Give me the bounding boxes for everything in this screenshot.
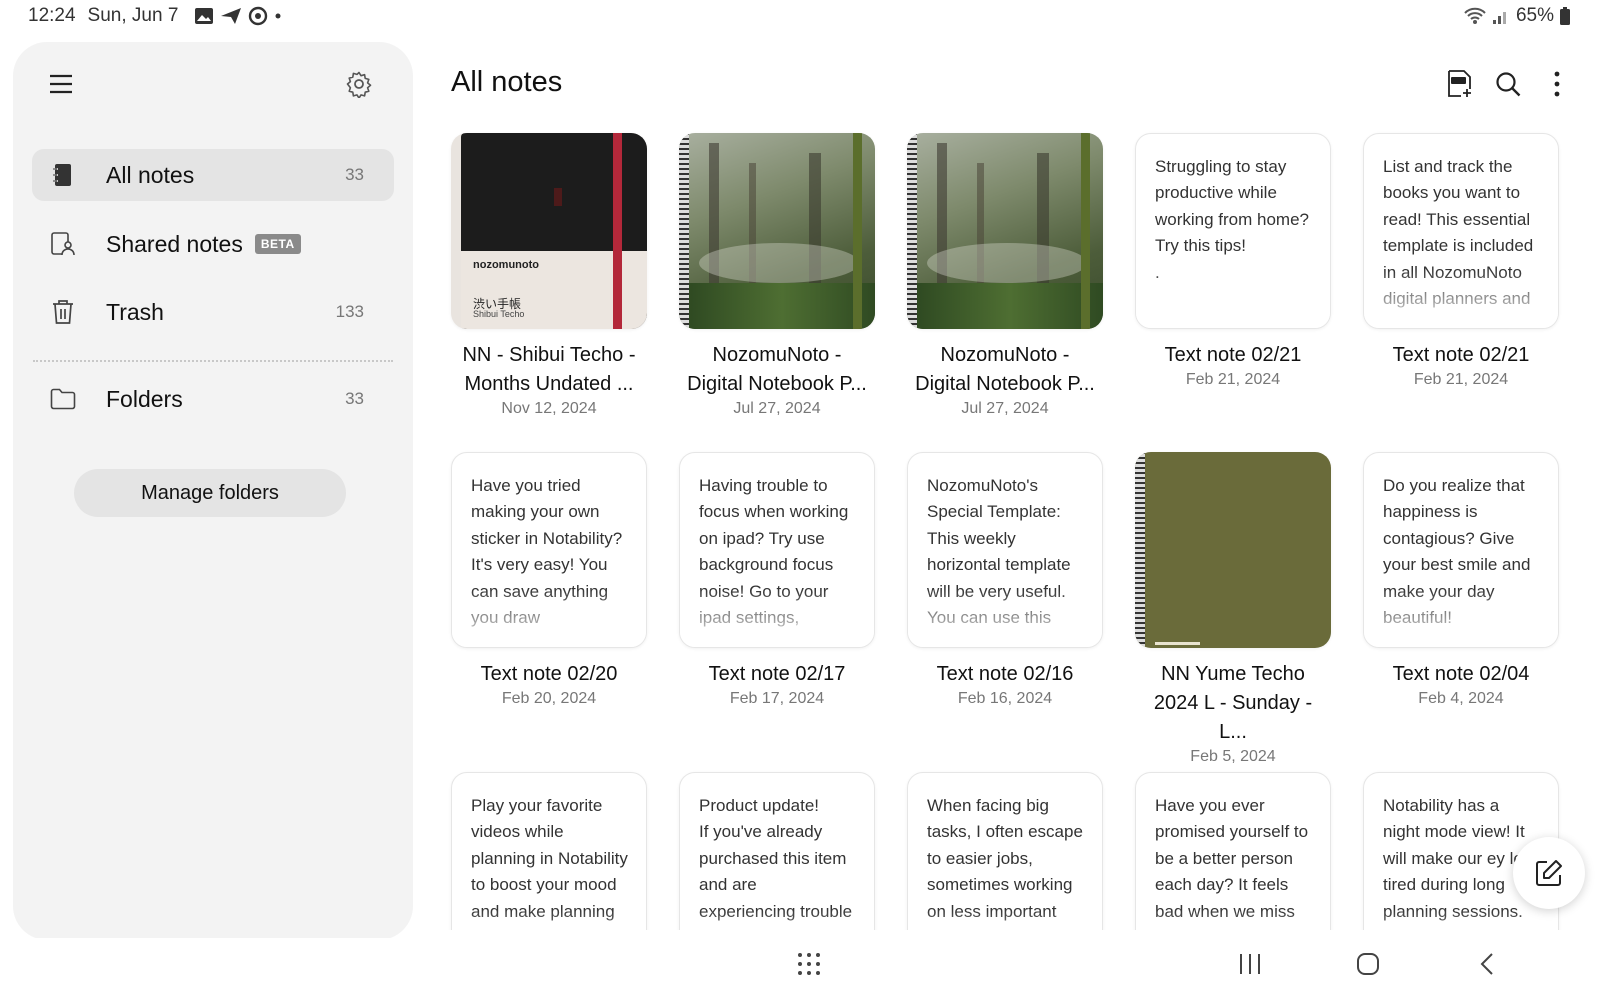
note-card[interactable]: Having trouble to focus when working on … [679, 452, 875, 708]
sidebar-item-label: Shared notes [106, 230, 243, 257]
status-bar: 12:24 Sun, Jun 7 65% [0, 0, 1600, 34]
gear-icon[interactable] [345, 70, 373, 99]
sidebar-item-label: Trash [106, 298, 164, 325]
note-preview: Do you realize that happiness is contagi… [1364, 453, 1558, 647]
beta-badge: BETA [254, 234, 301, 254]
note-date: Nov 12, 2024 [501, 400, 597, 417]
sidebar-item-label: Folders [106, 385, 183, 412]
note-cover [907, 133, 1103, 329]
note-date: Feb 21, 2024 [1413, 371, 1509, 388]
gallery-icon [195, 8, 214, 24]
cover-caption: Shibui Techo [473, 309, 525, 319]
note-preview: NozomuNoto's Special Template: This week… [908, 453, 1102, 647]
note-title: Text note 02/04 [1392, 663, 1530, 685]
more-options-icon[interactable] [1541, 68, 1573, 100]
note-preview: Have you tried making your own sticker i… [452, 453, 646, 647]
sidebar-item-trash[interactable]: Trash 133 [32, 286, 394, 338]
dot-icon [275, 13, 281, 19]
back-icon[interactable] [1476, 952, 1500, 981]
note-cover [1135, 452, 1331, 648]
status-time: 12:24 [28, 5, 76, 26]
trash-icon [50, 299, 76, 325]
note-preview-card: Struggling to stay productive while work… [1135, 133, 1331, 329]
page-title: All notes [451, 66, 563, 98]
note-preview: Struggling to stay productive while work… [1136, 134, 1330, 328]
note-cover: nozomunoto 渋い手帳 Shibui Techo [451, 133, 647, 329]
shared-notes-icon [50, 231, 76, 257]
send-icon [221, 8, 242, 24]
home-icon[interactable] [1356, 952, 1380, 981]
sync-icon [249, 6, 268, 26]
note-title: NozomuNoto - Digital Notebook P... [915, 344, 1095, 395]
edit-icon [1536, 860, 1562, 886]
note-title: Text note 02/20 [480, 663, 618, 685]
note-card[interactable]: Struggling to stay productive while work… [1135, 133, 1331, 389]
sidebar-item-all-notes[interactable]: All notes 33 [32, 149, 394, 201]
folder-icon [50, 386, 76, 412]
note-date: Feb 5, 2024 [1190, 748, 1276, 765]
note-title: NN - Shibui Techo - Months Undated ... [462, 344, 636, 395]
system-nav-bar [0, 938, 1600, 1000]
sidebar-item-folders[interactable]: Folders 33 [32, 373, 394, 425]
note-card[interactable]: NozomuNoto's Special Template: This week… [907, 452, 1103, 708]
scroll-edge [440, 930, 1600, 938]
note-title: NN Yume Techo 2024 L - Sunday - L... [1153, 663, 1313, 743]
note-title: NozomuNoto - Digital Notebook P... [687, 344, 867, 395]
note-title: Text note 02/21 [1164, 344, 1302, 366]
note-card[interactable]: NN Yume Techo 2024 L - Sunday - L... Feb… [1135, 452, 1331, 766]
note-date: Feb 4, 2024 [1418, 690, 1504, 707]
note-title: Text note 02/16 [936, 663, 1074, 685]
note-preview-card: Have you tried making your own sticker i… [451, 452, 647, 648]
note-card[interactable]: nozomunoto 渋い手帳 Shibui Techo NN - Shibui… [451, 133, 647, 418]
menu-icon[interactable] [47, 70, 75, 98]
note-title: Text note 02/17 [708, 663, 846, 685]
item-count: 33 [345, 165, 364, 184]
status-date: Sun, Jun 7 [87, 5, 179, 26]
sidebar-item-shared-notes[interactable]: Shared notes BETA [32, 218, 394, 270]
search-icon[interactable] [1492, 68, 1524, 100]
note-date: Feb 20, 2024 [501, 690, 597, 707]
note-cover [679, 133, 875, 329]
app-drawer-icon[interactable] [797, 952, 821, 981]
note-date: Feb 17, 2024 [729, 690, 825, 707]
note-card[interactable]: NozomuNoto - Digital Notebook P... Jul 2… [907, 133, 1103, 418]
sidebar: All notes 33 Shared notes BETA Trash 133… [13, 42, 413, 940]
note-card[interactable]: Do you realize that happiness is contagi… [1363, 452, 1559, 708]
item-count: 33 [345, 389, 364, 408]
wifi-icon [1464, 7, 1486, 24]
note-preview: List and track the books you want to rea… [1364, 134, 1558, 328]
note-title: Text note 02/21 [1392, 344, 1530, 366]
note-date: Jul 27, 2024 [961, 400, 1049, 417]
recent-apps-icon[interactable] [1238, 952, 1262, 981]
note-preview: Having trouble to focus when working on … [680, 453, 874, 647]
import-pdf-icon[interactable] [1444, 68, 1476, 100]
note-preview-card: NozomuNoto's Special Template: This week… [907, 452, 1103, 648]
sidebar-item-label: All notes [106, 161, 195, 188]
note-preview-card: Having trouble to focus when working on … [679, 452, 875, 648]
notebook-icon [50, 162, 76, 188]
note-card[interactable]: Have you tried making your own sticker i… [451, 452, 647, 708]
note-card[interactable]: List and track the books you want to rea… [1363, 133, 1559, 389]
cover-brand: nozomunoto [473, 259, 539, 271]
note-preview-card: List and track the books you want to rea… [1363, 133, 1559, 329]
note-date: Feb 21, 2024 [1185, 371, 1281, 388]
note-preview-card: Do you realize that happiness is contagi… [1363, 452, 1559, 648]
battery-percent: 65% [1515, 5, 1554, 26]
note-card[interactable]: NozomuNoto - Digital Notebook P... Jul 2… [679, 133, 875, 418]
note-date: Jul 27, 2024 [733, 400, 821, 417]
battery-icon [1560, 7, 1570, 25]
note-date: Feb 16, 2024 [957, 690, 1053, 707]
new-note-button[interactable] [1513, 837, 1585, 909]
signal-icon [1492, 12, 1506, 24]
item-count: 133 [335, 302, 364, 321]
sidebar-divider [33, 360, 393, 362]
manage-folders-button[interactable]: Manage folders [74, 469, 346, 517]
